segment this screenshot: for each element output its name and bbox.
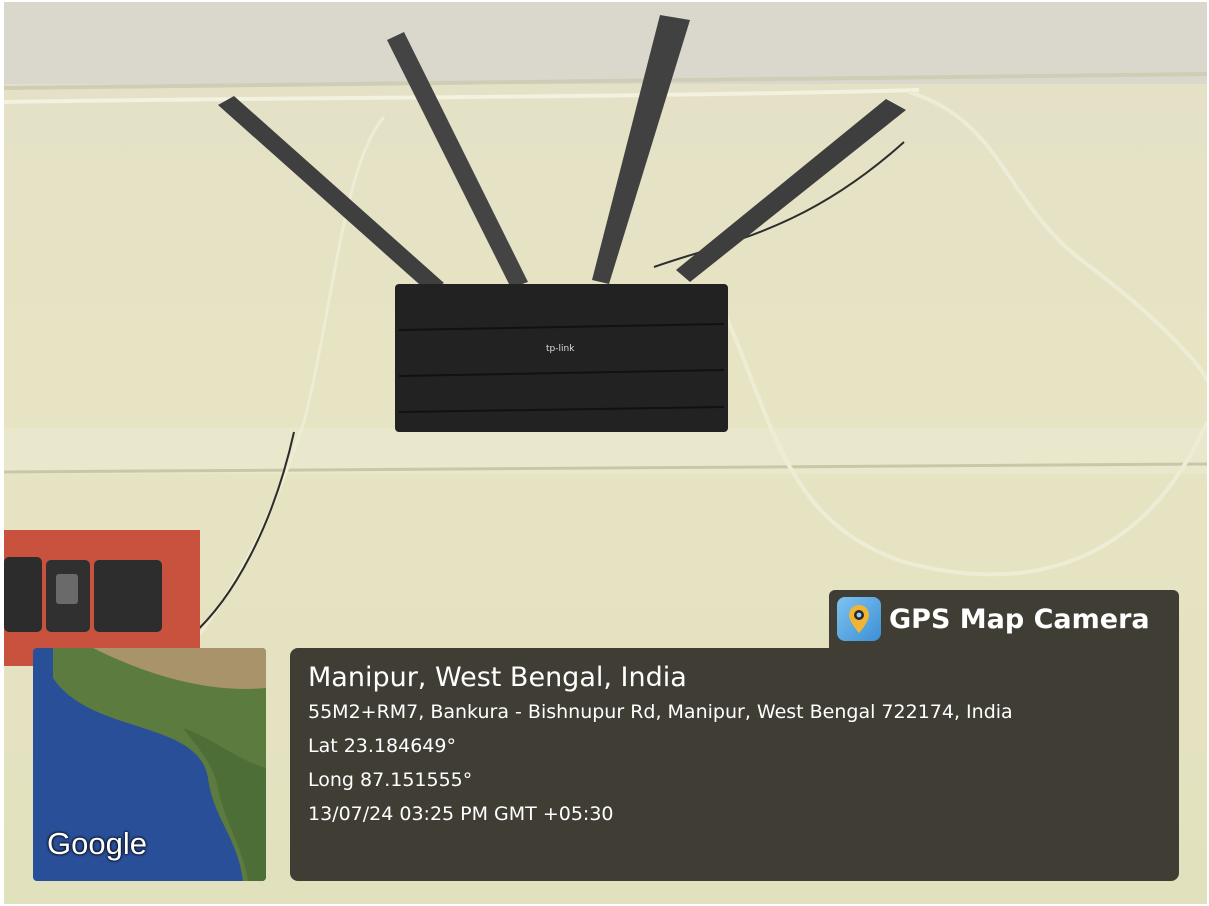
router-antenna	[218, 96, 444, 292]
location-info-panel: Manipur, West Bengal, India 55M2+RM7, Ba…	[290, 648, 1179, 881]
switch	[4, 557, 42, 632]
router-photo: tp-link Google GPS Map Camera Manipur, W…	[4, 2, 1207, 904]
location-title: Manipur, West Bengal, India	[308, 662, 687, 693]
timestamp: 13/07/24 03:25 PM GMT +05:30	[308, 803, 614, 825]
camera-pin-icon	[837, 597, 881, 641]
cable	[4, 88, 920, 104]
router-antenna	[676, 99, 906, 282]
socket	[94, 560, 162, 632]
address-line: 55M2+RM7, Bankura - Bishnupur Rd, Manipu…	[308, 701, 1013, 723]
router-brand-label: tp-link	[546, 344, 575, 354]
cable	[192, 116, 386, 643]
map-thumbnail: Google	[33, 648, 266, 881]
app-name: GPS Map Camera	[889, 603, 1150, 635]
latitude: Lat 23.184649°	[308, 735, 456, 757]
app-brand-tab: GPS Map Camera	[829, 590, 1179, 648]
cable	[908, 90, 1207, 383]
ceiling	[4, 2, 1207, 84]
longitude: Long 87.151555°	[308, 769, 473, 791]
map-attribution: Google	[47, 826, 147, 861]
